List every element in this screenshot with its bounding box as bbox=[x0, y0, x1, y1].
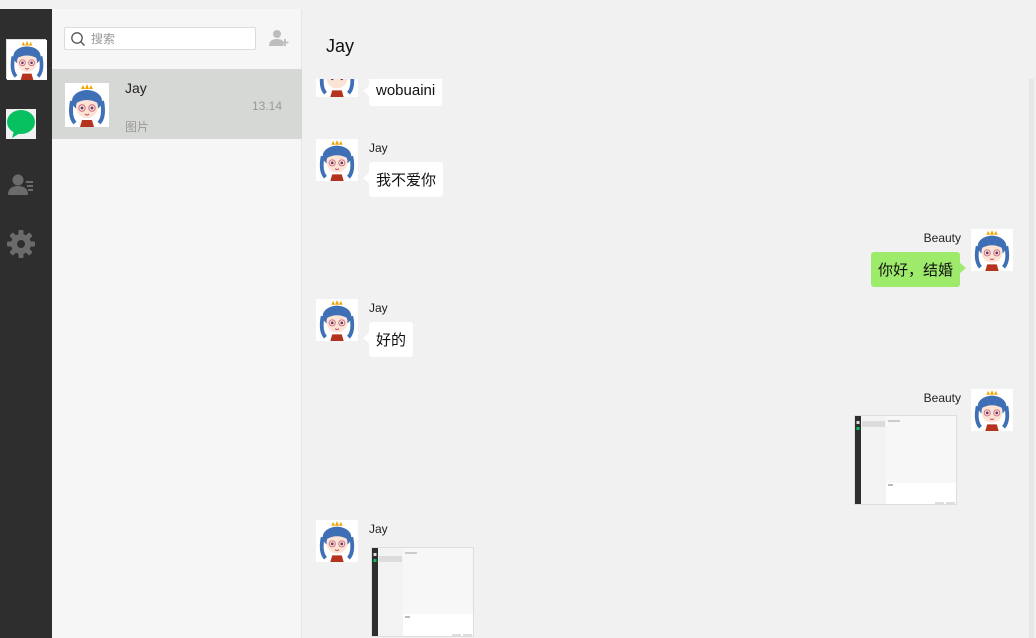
message-sender: Beauty bbox=[923, 391, 961, 405]
message-row: Jay 我不爱你 bbox=[302, 139, 1029, 209]
session-preview: 图片 bbox=[125, 120, 150, 134]
chat-panel: Jay wobuaini Jay 我不爱你 Beauty 你好，结婚 Jay 好… bbox=[302, 9, 1036, 638]
message-row: Beauty 你好，结婚 bbox=[302, 229, 1029, 299]
avatar-illustration bbox=[7, 40, 47, 80]
session-item[interactable]: Jay 13.14 图片 bbox=[52, 69, 302, 139]
message-avatar[interactable] bbox=[316, 520, 358, 562]
avatar-illustration bbox=[316, 139, 358, 181]
message-avatar[interactable] bbox=[971, 229, 1013, 271]
message-avatar[interactable] bbox=[316, 139, 358, 181]
avatar-illustration bbox=[971, 389, 1013, 431]
message-sender: Jay bbox=[369, 522, 388, 536]
image-message[interactable] bbox=[371, 547, 474, 637]
message-row: Jay bbox=[302, 520, 1029, 638]
chat-icon[interactable] bbox=[6, 109, 36, 139]
session-name: Jay bbox=[125, 80, 147, 96]
title-strip bbox=[0, 0, 1036, 9]
avatar-illustration bbox=[971, 229, 1013, 271]
avatar-illustration bbox=[316, 79, 358, 97]
avatar-illustration bbox=[65, 83, 109, 127]
session-time: 13.14 bbox=[251, 99, 282, 113]
chat-title: Jay bbox=[326, 36, 355, 56]
settings-gear-icon[interactable] bbox=[6, 229, 36, 259]
session-list-panel: Jay 13.14 图片 bbox=[52, 9, 302, 638]
message-list[interactable]: wobuaini Jay 我不爱你 Beauty 你好，结婚 Jay 好的 Be… bbox=[302, 79, 1029, 638]
message-bubble[interactable]: 我不爱你 bbox=[362, 162, 444, 197]
search-box bbox=[64, 27, 256, 50]
message-sender: Jay bbox=[369, 141, 388, 155]
scrollbar[interactable] bbox=[1029, 79, 1034, 638]
message-row: Jay 好的 bbox=[302, 299, 1029, 369]
message-bubble[interactable]: 好的 bbox=[362, 322, 414, 357]
message-avatar[interactable] bbox=[316, 79, 358, 97]
my-avatar[interactable] bbox=[6, 39, 47, 80]
message-bubble[interactable]: wobuaini bbox=[362, 79, 443, 106]
message-avatar[interactable] bbox=[316, 299, 358, 341]
message-sender: Jay bbox=[369, 301, 388, 315]
add-friend-icon[interactable] bbox=[268, 27, 290, 49]
chat-header: Jay bbox=[302, 9, 1036, 73]
image-message[interactable] bbox=[854, 415, 957, 505]
message-avatar[interactable] bbox=[971, 389, 1013, 431]
session-avatar bbox=[65, 83, 109, 127]
message-bubble[interactable]: 你好，结婚 bbox=[870, 252, 967, 287]
search-icon bbox=[71, 32, 85, 46]
message-row: wobuaini bbox=[302, 79, 1029, 115]
screenshot-thumbnail bbox=[372, 548, 473, 636]
screenshot-thumbnail bbox=[855, 416, 956, 504]
search-input[interactable] bbox=[91, 30, 251, 48]
nav-sidebar bbox=[0, 9, 52, 638]
contacts-icon[interactable] bbox=[6, 171, 36, 201]
avatar-illustration bbox=[316, 520, 358, 562]
message-row: Beauty bbox=[302, 389, 1029, 509]
message-sender: Beauty bbox=[923, 231, 961, 245]
avatar-illustration bbox=[316, 299, 358, 341]
wechat-window: Jay 13.14 图片 Jay bbox=[0, 0, 1036, 638]
